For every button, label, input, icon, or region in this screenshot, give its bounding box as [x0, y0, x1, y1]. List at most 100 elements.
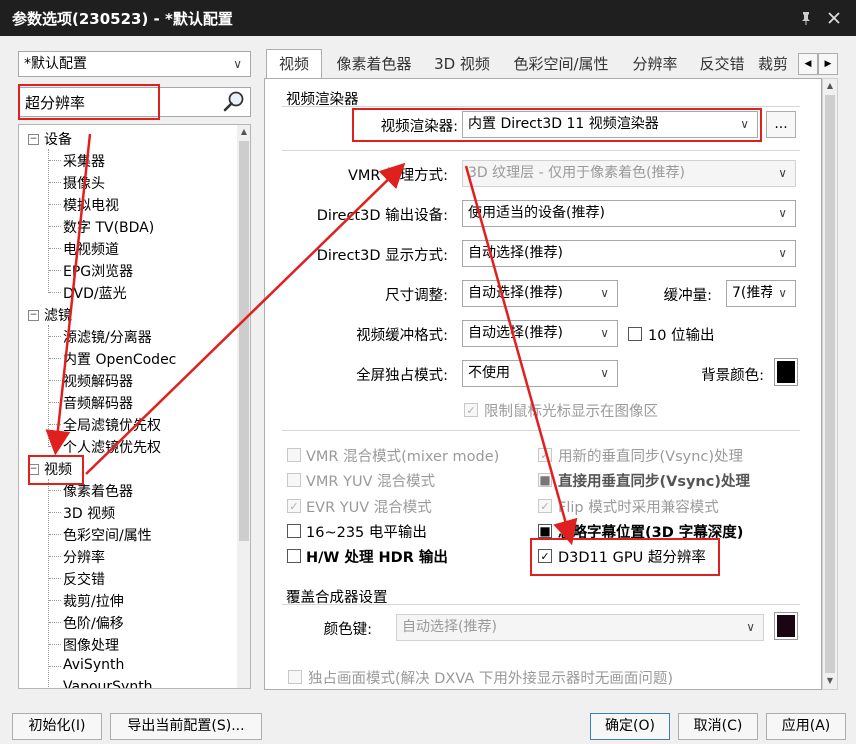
tree-item[interactable]: 视频解码器 — [63, 371, 133, 391]
search-highlight-box — [18, 84, 160, 120]
chevron-down-icon: ∨ — [600, 286, 609, 300]
tree-item[interactable]: 数字 TV(BDA) — [63, 217, 154, 237]
exclusive-mode-checkbox — [288, 670, 302, 684]
tree-item[interactable]: 音频解码器 — [63, 393, 133, 413]
tab-scroll-left-icon[interactable]: ◀ — [798, 53, 818, 75]
buffer-select[interactable]: 7(推荐 ∨ — [726, 280, 796, 307]
tree-item[interactable]: 3D 视频 — [63, 503, 115, 523]
tree-item[interactable]: 摄像头 — [63, 173, 105, 193]
tree-item[interactable]: 色彩空间/属性 — [63, 525, 152, 545]
hw-hdr-label: H/W 处理 HDR 输出 — [306, 550, 448, 566]
format-select[interactable]: 自动选择(推荐) ∨ — [462, 320, 618, 347]
scroll-thumb[interactable] — [825, 95, 835, 673]
colorkey-label: 颜色键: — [323, 622, 372, 638]
level-16-235-checkbox[interactable] — [287, 524, 301, 538]
tree-item[interactable]: 电视频道 — [63, 239, 119, 259]
chevron-down-icon: ∨ — [778, 166, 787, 180]
vmr-value: 3D 纹理层 - 仅用于像素着色(推荐) — [468, 165, 686, 181]
collapse-icon[interactable]: − — [28, 134, 39, 145]
restrict-cursor-checkbox: ✓ — [464, 403, 478, 417]
tree-item[interactable]: EPG浏览器 — [63, 261, 133, 281]
colorkey-swatch[interactable] — [774, 612, 798, 640]
ok-button[interactable]: 确定(O) — [590, 713, 670, 740]
chevron-down-icon: ∨ — [746, 620, 755, 634]
fullscreen-select[interactable]: 不使用 ∨ — [462, 360, 618, 387]
ignore-subtitle-pos-checkbox[interactable]: ■ — [538, 524, 552, 538]
scroll-up-icon[interactable]: ▲ — [823, 79, 837, 93]
d3d-display-select[interactable]: 自动选择(推荐) ∨ — [462, 240, 796, 267]
init-button[interactable]: 初始化(I) — [12, 713, 102, 740]
tree-item[interactable]: AviSynth — [63, 657, 124, 673]
fullscreen-label: 全屏独占模式: — [356, 368, 448, 384]
cancel-button[interactable]: 取消(C) — [678, 713, 758, 740]
scroll-thumb[interactable] — [239, 141, 249, 541]
tree-scrollbar[interactable]: ▲ — [237, 125, 250, 688]
tree-item[interactable]: 色阶/偏移 — [63, 613, 124, 633]
new-vsync-label: 用新的垂直同步(Vsync)处理 — [558, 449, 744, 465]
tab-video[interactable]: 视频 — [266, 49, 322, 79]
chevron-down-icon: ∨ — [778, 286, 787, 300]
profile-value: *默认配置 — [24, 56, 87, 72]
scroll-down-icon[interactable]: ▼ — [823, 674, 837, 688]
tab-pixel-shader[interactable]: 像素着色器 — [328, 50, 420, 78]
vmr-mixer-label: VMR 混合模式(mixer mode) — [306, 449, 500, 465]
fullscreen-value: 不使用 — [468, 365, 510, 381]
apply-button[interactable]: 应用(A) — [766, 713, 846, 740]
tab-deinterlace[interactable]: 反交错 — [690, 50, 754, 78]
search-icon[interactable] — [222, 90, 246, 118]
bgcolor-swatch[interactable] — [774, 358, 798, 386]
buffer-value: 7(推荐 — [732, 285, 772, 301]
tab-scroll-right-icon[interactable]: ▶ — [818, 53, 838, 75]
tree-item[interactable]: 反交错 — [63, 569, 105, 589]
tree-item-devices[interactable]: 设备 — [44, 129, 72, 149]
colorkey-value: 自动选择(推荐) — [402, 619, 497, 635]
chevron-down-icon: ∨ — [778, 206, 787, 220]
tree-item-filters[interactable]: 滤镜 — [44, 305, 72, 325]
renderer-browse-button[interactable]: ... — [766, 111, 796, 138]
d3d-device-select[interactable]: 使用适当的设备(推荐) ∨ — [462, 200, 796, 227]
tree-item[interactable]: DVD/蓝光 — [63, 283, 127, 303]
tab-3d-video[interactable]: 3D 视频 — [426, 50, 498, 78]
pin-icon[interactable] — [794, 6, 818, 30]
collapse-icon[interactable]: − — [28, 310, 39, 321]
tree-item[interactable]: 个人滤镜优先权 — [63, 437, 161, 457]
size-select[interactable]: 自动选择(推荐) ∨ — [462, 280, 618, 307]
tenbit-checkbox[interactable] — [628, 327, 642, 341]
chevron-down-icon: ∨ — [233, 57, 242, 71]
title-bar: 参数选项(230523) - *默认配置 — [0, 0, 856, 36]
flip-compat-label: Flip 模式时采用兼容模式 — [558, 500, 719, 516]
evr-yuv-checkbox: ✓ — [287, 499, 301, 513]
tree-item[interactable]: 图像处理 — [63, 635, 119, 655]
new-vsync-checkbox: ✓ — [538, 448, 552, 462]
tree-item[interactable]: 模拟电视 — [63, 195, 119, 215]
tree-item[interactable]: 内置 OpenCodec — [63, 349, 176, 369]
vmr-yuv-label: VMR YUV 混合模式 — [306, 474, 436, 490]
tree-item[interactable]: VapourSynth — [63, 679, 153, 688]
d3d-display-label: Direct3D 显示方式: — [316, 248, 448, 264]
tab-resolution[interactable]: 分辨率 — [624, 50, 686, 78]
d3d-display-value: 自动选择(推荐) — [468, 245, 563, 261]
settings-tree[interactable]: − 设备 采集器 摄像头 模拟电视 数字 TV(BDA) 电视频道 EPG浏览器… — [18, 124, 251, 689]
evr-yuv-label: EVR YUV 混合模式 — [306, 500, 432, 516]
tree-item[interactable]: 裁剪/拉伸 — [63, 591, 124, 611]
d3d-device-label: Direct3D 输出设备: — [316, 208, 448, 224]
vmr-yuv-checkbox — [287, 473, 301, 487]
tree-item[interactable]: 全局滤镜优先权 — [63, 415, 161, 435]
size-label: 尺寸调整: — [385, 288, 448, 304]
profile-select[interactable]: *默认配置 ∨ — [18, 51, 251, 77]
tree-item[interactable]: 分辨率 — [63, 547, 105, 567]
tree-item[interactable]: 采集器 — [63, 151, 105, 171]
close-icon[interactable] — [822, 6, 846, 30]
tab-crop[interactable]: 裁剪 — [758, 50, 798, 78]
hw-hdr-checkbox[interactable] — [287, 549, 301, 563]
chevron-down-icon: ∨ — [600, 366, 609, 380]
flip-compat-checkbox: ✓ — [538, 499, 552, 513]
video-highlight-box — [28, 455, 84, 485]
panel-scrollbar[interactable]: ▲ ▼ — [822, 78, 838, 690]
level-16-235-label: 16~235 电平输出 — [306, 525, 427, 541]
scroll-up-icon[interactable]: ▲ — [237, 125, 250, 139]
tab-colorspace[interactable]: 色彩空间/属性 — [502, 50, 620, 78]
format-label: 视频缓冲格式: — [356, 328, 448, 344]
export-button[interactable]: 导出当前配置(S)... — [110, 713, 262, 740]
tree-item[interactable]: 源滤镜/分离器 — [63, 327, 152, 347]
